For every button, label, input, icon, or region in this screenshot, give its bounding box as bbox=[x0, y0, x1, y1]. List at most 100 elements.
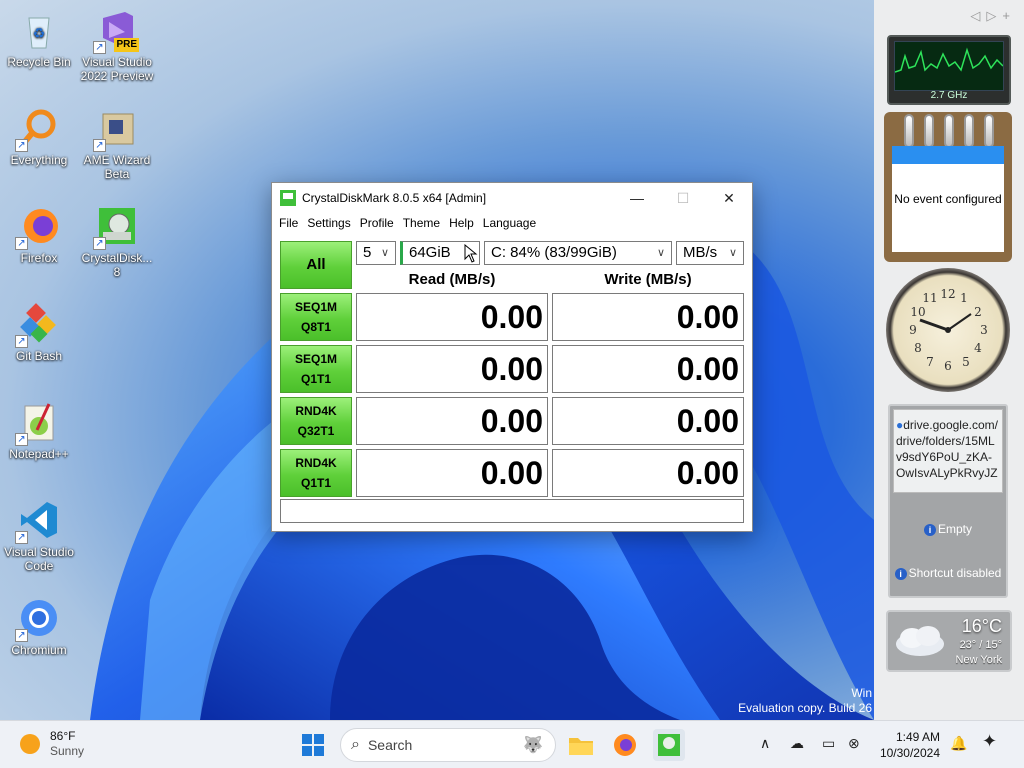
maximize-button[interactable]: ☐ bbox=[660, 183, 706, 213]
feed-gadget[interactable]: ●drive.google.com/drive/folders/15MLv9sd… bbox=[888, 404, 1008, 598]
copilot-icon[interactable]: ✦ bbox=[982, 731, 997, 752]
window-title: CrystalDiskMark 8.0.5 x64 [Admin] bbox=[302, 191, 487, 205]
desktop-icon-firefox[interactable]: ↗ Firefox bbox=[1, 204, 77, 265]
preview-badge: PRE bbox=[114, 38, 139, 52]
svg-text:10: 10 bbox=[910, 305, 925, 319]
read-header: Read (MB/s) bbox=[408, 271, 496, 288]
taskbar-file-explorer[interactable] bbox=[565, 729, 597, 761]
firefox-icon: ↗ bbox=[15, 204, 61, 250]
folder-icon bbox=[569, 738, 593, 755]
menu-file[interactable]: File bbox=[276, 216, 304, 230]
read-result: 0.00 bbox=[356, 449, 548, 497]
crystaldiskmark-icon bbox=[658, 734, 680, 756]
evaluation-watermark: Win Evaluation copy. Build 26 bbox=[738, 686, 872, 715]
menu-language[interactable]: Language bbox=[480, 216, 542, 230]
minimize-button[interactable]: — bbox=[614, 183, 660, 213]
chevron-down-icon: ∨ bbox=[728, 247, 737, 259]
calendar-status: No event configured bbox=[894, 192, 1002, 206]
notepadpp-icon: ↗ bbox=[15, 400, 61, 446]
close-button[interactable]: ✕ bbox=[706, 183, 752, 213]
write-result: 0.00 bbox=[552, 345, 744, 393]
desktop-icon-crystaldiskmark[interactable]: ↗ CrystalDisk... 8 bbox=[79, 204, 155, 279]
benchmark-panel: All 5∨ 64GiB∨ C: 84% (83/99GiB)∨ MB/s∨ R… bbox=[272, 233, 752, 531]
comment-field[interactable] bbox=[280, 499, 744, 523]
test-count-select[interactable]: 5 ∨ bbox=[356, 241, 396, 265]
taskbar-search[interactable]: ⌕ Search 🐺 bbox=[340, 728, 556, 762]
taskbar-crystaldiskmark[interactable] bbox=[653, 729, 685, 761]
all-button[interactable]: All bbox=[280, 241, 352, 289]
prev-gadget-icon[interactable]: ◁ bbox=[970, 8, 986, 23]
test-button-rnd4k-q1t1[interactable]: RND4K Q1T1 bbox=[280, 449, 352, 497]
mouse-cursor-icon bbox=[464, 244, 478, 263]
feed-shortcut-row: i Shortcut disabled bbox=[890, 566, 1006, 580]
svg-text:3: 3 bbox=[980, 323, 988, 337]
svg-text:1: 1 bbox=[960, 291, 968, 305]
chevron-down-icon: ∨ bbox=[380, 247, 389, 259]
svg-text:6: 6 bbox=[944, 359, 952, 373]
network-icon[interactable]: ☁ bbox=[790, 735, 804, 752]
desktop-icon-recycle-bin[interactable]: ♻ Recycle Bin bbox=[1, 8, 77, 69]
read-result: 0.00 bbox=[356, 293, 548, 341]
read-result: 0.00 bbox=[356, 345, 548, 393]
desktop-icon-vscode[interactable]: ↗ Visual Studio Code bbox=[1, 498, 77, 573]
test-button-seq1m-q8t1[interactable]: SEQ1M Q8T1 bbox=[280, 293, 352, 341]
svg-text:8: 8 bbox=[914, 341, 922, 355]
everything-search-icon: ↗ bbox=[15, 106, 61, 152]
svg-text:9: 9 bbox=[909, 323, 917, 337]
volume-muted-icon[interactable]: ⊗ bbox=[848, 735, 860, 752]
desktop-icon-notepadpp[interactable]: ↗ Notepad++ bbox=[1, 400, 77, 461]
unit-select[interactable]: MB/s ∨ bbox=[676, 241, 744, 265]
add-gadget-icon[interactable]: + bbox=[1002, 8, 1016, 23]
next-gadget-icon[interactable]: ▷ bbox=[986, 8, 1002, 23]
sunny-icon bbox=[20, 734, 40, 754]
desktop-icon-chromium[interactable]: ↗ Chromium bbox=[1, 596, 77, 657]
crystaldiskmark-window[interactable]: CrystalDiskMark 8.0.5 x64 [Admin] — ☐ ✕ … bbox=[271, 182, 753, 532]
taskbar-weather[interactable]: 86°F Sunny bbox=[20, 729, 84, 759]
clock-gadget[interactable]: 12 1 2 3 4567 8 9 10 11 bbox=[886, 268, 1010, 392]
git-bash-icon: ↗ bbox=[15, 302, 61, 348]
taskbar-firefox[interactable] bbox=[609, 729, 641, 761]
menu-theme[interactable]: Theme bbox=[400, 216, 446, 230]
notification-bell-icon[interactable]: 🔔 bbox=[950, 735, 967, 752]
desktop-icon-visual-studio[interactable]: ↗ PRE Visual Studio 2022 Preview bbox=[79, 8, 155, 83]
test-button-seq1m-q1t1[interactable]: SEQ1M Q1T1 bbox=[280, 345, 352, 393]
svg-text:4: 4 bbox=[974, 341, 982, 355]
test-button-rnd4k-q32t1[interactable]: RND4K Q32T1 bbox=[280, 397, 352, 445]
info-icon: i bbox=[923, 523, 936, 536]
read-result: 0.00 bbox=[356, 397, 548, 445]
title-bar[interactable]: CrystalDiskMark 8.0.5 x64 [Admin] — ☐ ✕ bbox=[272, 183, 752, 213]
show-hidden-icons-icon[interactable]: ∧ bbox=[760, 735, 770, 752]
taskbar-clock[interactable]: 1:49 AM 10/30/2024 bbox=[878, 729, 940, 761]
ame-wizard-icon: ↗ bbox=[93, 106, 139, 152]
svg-text:♻: ♻ bbox=[33, 25, 46, 41]
taskbar: 86°F Sunny ⌕ Search 🐺 ∧ ☁ ▭ ⊗ 1:49 AM 10… bbox=[0, 720, 1024, 768]
menu-settings[interactable]: Settings bbox=[304, 216, 356, 230]
weather-gadget[interactable]: 16°C 23° / 15° New York bbox=[886, 610, 1012, 672]
desktop-icon-git-bash[interactable]: ↗ Git Bash bbox=[1, 302, 77, 363]
calendar-gadget[interactable]: No event configured bbox=[884, 112, 1012, 262]
recycle-bin-icon: ♻ bbox=[17, 8, 61, 52]
write-result: 0.00 bbox=[552, 293, 744, 341]
cpu-meter-gadget[interactable]: 2.7 GHz bbox=[887, 35, 1011, 105]
sidebar-nav: ◁▷+ bbox=[970, 8, 1016, 24]
chromium-icon: ↗ bbox=[15, 596, 61, 642]
display-icon[interactable]: ▭ bbox=[822, 735, 835, 752]
drive-select[interactable]: C: 84% (83/99GiB) ∨ bbox=[484, 241, 672, 265]
desktop-icon-everything[interactable]: ↗ Everything bbox=[1, 106, 77, 167]
menu-profile[interactable]: Profile bbox=[357, 216, 400, 230]
search-highlight-icon: 🐺 bbox=[523, 737, 543, 754]
desktop-icon-ame-wizard[interactable]: ↗ AME Wizard Beta bbox=[79, 106, 155, 181]
visual-studio-icon: ↗ PRE bbox=[93, 8, 139, 54]
info-icon: i bbox=[894, 567, 907, 580]
clock-face: 12 12 3 4567 8 9 1011 bbox=[909, 287, 988, 373]
write-header: Write (MB/s) bbox=[604, 271, 692, 288]
crystaldiskmark-icon: ↗ bbox=[93, 204, 139, 250]
svg-text:12: 12 bbox=[940, 287, 955, 301]
firefox-icon bbox=[614, 734, 636, 756]
feed-url[interactable]: ●drive.google.com/drive/folders/15MLv9sd… bbox=[893, 409, 1003, 493]
svg-text:7: 7 bbox=[926, 355, 934, 369]
menu-help[interactable]: Help bbox=[446, 216, 480, 230]
cloudy-icon bbox=[896, 626, 944, 656]
start-button[interactable] bbox=[297, 729, 329, 761]
svg-text:11: 11 bbox=[922, 291, 937, 305]
